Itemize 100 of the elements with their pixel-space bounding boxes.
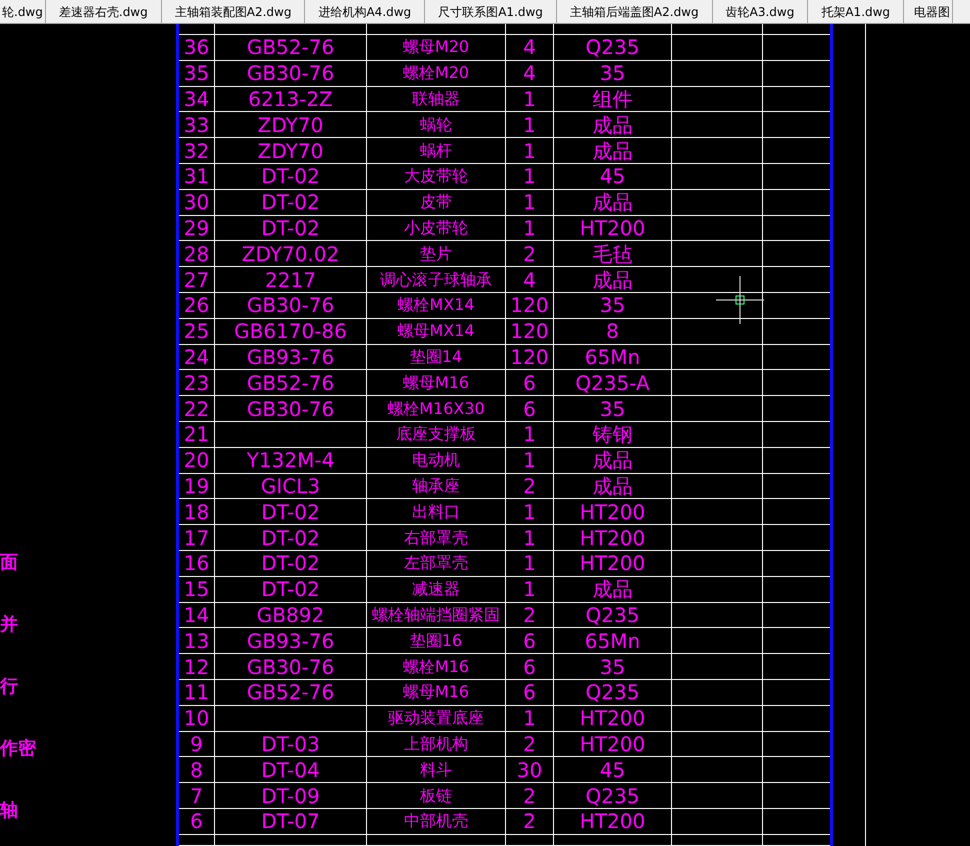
table-cell: 调心滚子球轴承 [367,267,506,292]
table-cell: 120 [506,292,554,318]
table-cell: 45 [554,164,672,189]
table-cell: HT200 [554,499,672,524]
drawing-note: 并 [0,616,19,637]
table-cell: GB52-76 [215,370,367,396]
table-cell: 10 [179,706,215,731]
table-cell: 120 [506,318,554,344]
table-cell: 1 [506,422,554,447]
table-cell: 电动机 [367,448,506,473]
table-cell: 30 [506,757,554,782]
table-cell: 螺栓M16X30 [367,396,506,421]
table-cell: 轴承座 [367,474,506,498]
table-cell: GB30-76 [215,60,367,86]
table-cell: 1 [506,138,554,163]
table-cell: 8 [179,757,215,782]
table-cell: 螺栓轴端挡圈紧固 [367,602,506,628]
table-cell: GB6170-86 [215,318,367,344]
table-cell: 2 [506,808,554,834]
table-cell: 成品 [554,112,672,138]
table-cell: HT200 [554,550,672,576]
table-cell: 成品 [554,448,672,473]
table-cell: 1 [506,550,554,576]
table-cell: 联轴器 [367,86,506,112]
table-cell: 15 [179,576,215,602]
table-cell: Q235-A [554,370,672,396]
table-cell: 35 [554,396,672,421]
table-cell: 成品 [554,576,672,602]
table-cell: 6 [506,628,554,654]
table-cell: 8 [554,318,672,344]
table-cell: 2 [506,783,554,808]
table-cell: 1 [506,190,554,215]
table-cell: 6 [506,370,554,396]
table-cell: GICL3 [215,474,367,498]
table-cell: 上部机构 [367,732,506,756]
table-cell: 12 [179,654,215,679]
table-cell: GB892 [215,602,367,628]
table-cell: HT200 [554,732,672,756]
table-cell: HT200 [554,525,672,550]
table-cell: 板链 [367,783,506,808]
table-cell: 大皮带轮 [367,164,506,189]
table-cell: 成品 [554,267,672,292]
table-cell: 23 [179,370,215,396]
table-cell: 29 [179,216,215,240]
table-cell: 蜗轮 [367,112,506,138]
table-cell: 1 [506,216,554,240]
table-cell: DT-03 [215,732,367,756]
table-cell: 1 [506,448,554,473]
table-cell: 组件 [554,86,672,112]
table-cell: 成品 [554,138,672,163]
table-cell: 成品 [554,190,672,215]
table-cell: 6 [506,396,554,421]
table-cell: 4 [506,267,554,292]
table-cell: 螺栓MX14 [367,292,506,318]
crosshair-cursor-icon [716,276,764,324]
table-cell: 18 [179,499,215,524]
table-cell: 小皮带轮 [367,216,506,240]
table-cell: 65Mn [554,628,672,654]
table-cell: 1 [506,86,554,112]
table-cell: HT200 [554,216,672,240]
table-cell: 成品 [554,474,672,498]
table-cell: 13 [179,628,215,654]
table-cell: 垫圈14 [367,344,506,370]
table-cell: 26 [179,292,215,318]
table-cell: DT-02 [215,550,367,576]
table-cell: 28 [179,241,215,266]
table-cell: 34 [179,86,215,112]
table-cell: 螺母M16 [367,370,506,396]
drawing-note: 轴 [0,802,19,823]
table-cell: 驱动装置底座 [367,706,506,731]
table-cell: 7 [179,783,215,808]
table-cell: 底座支撑板 [367,422,506,447]
table-cell: 21 [179,422,215,447]
table-cell: 螺栓M16 [367,654,506,679]
table-cell: 2 [506,602,554,628]
table-cell: 9 [179,732,215,756]
table-cell: DT-02 [215,164,367,189]
table-cell: 毛毡 [554,241,672,266]
table-cell: 蜗杆 [367,138,506,163]
table-cell: Q235 [554,35,672,60]
table-cell: Q235 [554,602,672,628]
table-cell: 4 [506,35,554,60]
table-cell: 4 [506,60,554,86]
table-cell: 6 [506,654,554,679]
table-cell: 6213-2Z [215,86,367,112]
table-cell: 螺母MX14 [367,318,506,344]
table-cell: 22 [179,396,215,421]
table-cell: 35 [179,60,215,86]
table-cell: 减速器 [367,576,506,602]
table-cell: DT-02 [215,216,367,240]
file-tab[interactable]: 轮.dwg [0,0,46,23]
table-cell: 120 [506,344,554,370]
table-cell: 35 [554,292,672,318]
drawing-note: 面 [0,554,19,575]
table-cell: GB30-76 [215,654,367,679]
table-cell: HT200 [554,706,672,731]
table-cell: 铸钢 [554,422,672,447]
table-cell: DT-09 [215,783,367,808]
table-cell: 1 [506,164,554,189]
table-cell: 65Mn [554,344,672,370]
